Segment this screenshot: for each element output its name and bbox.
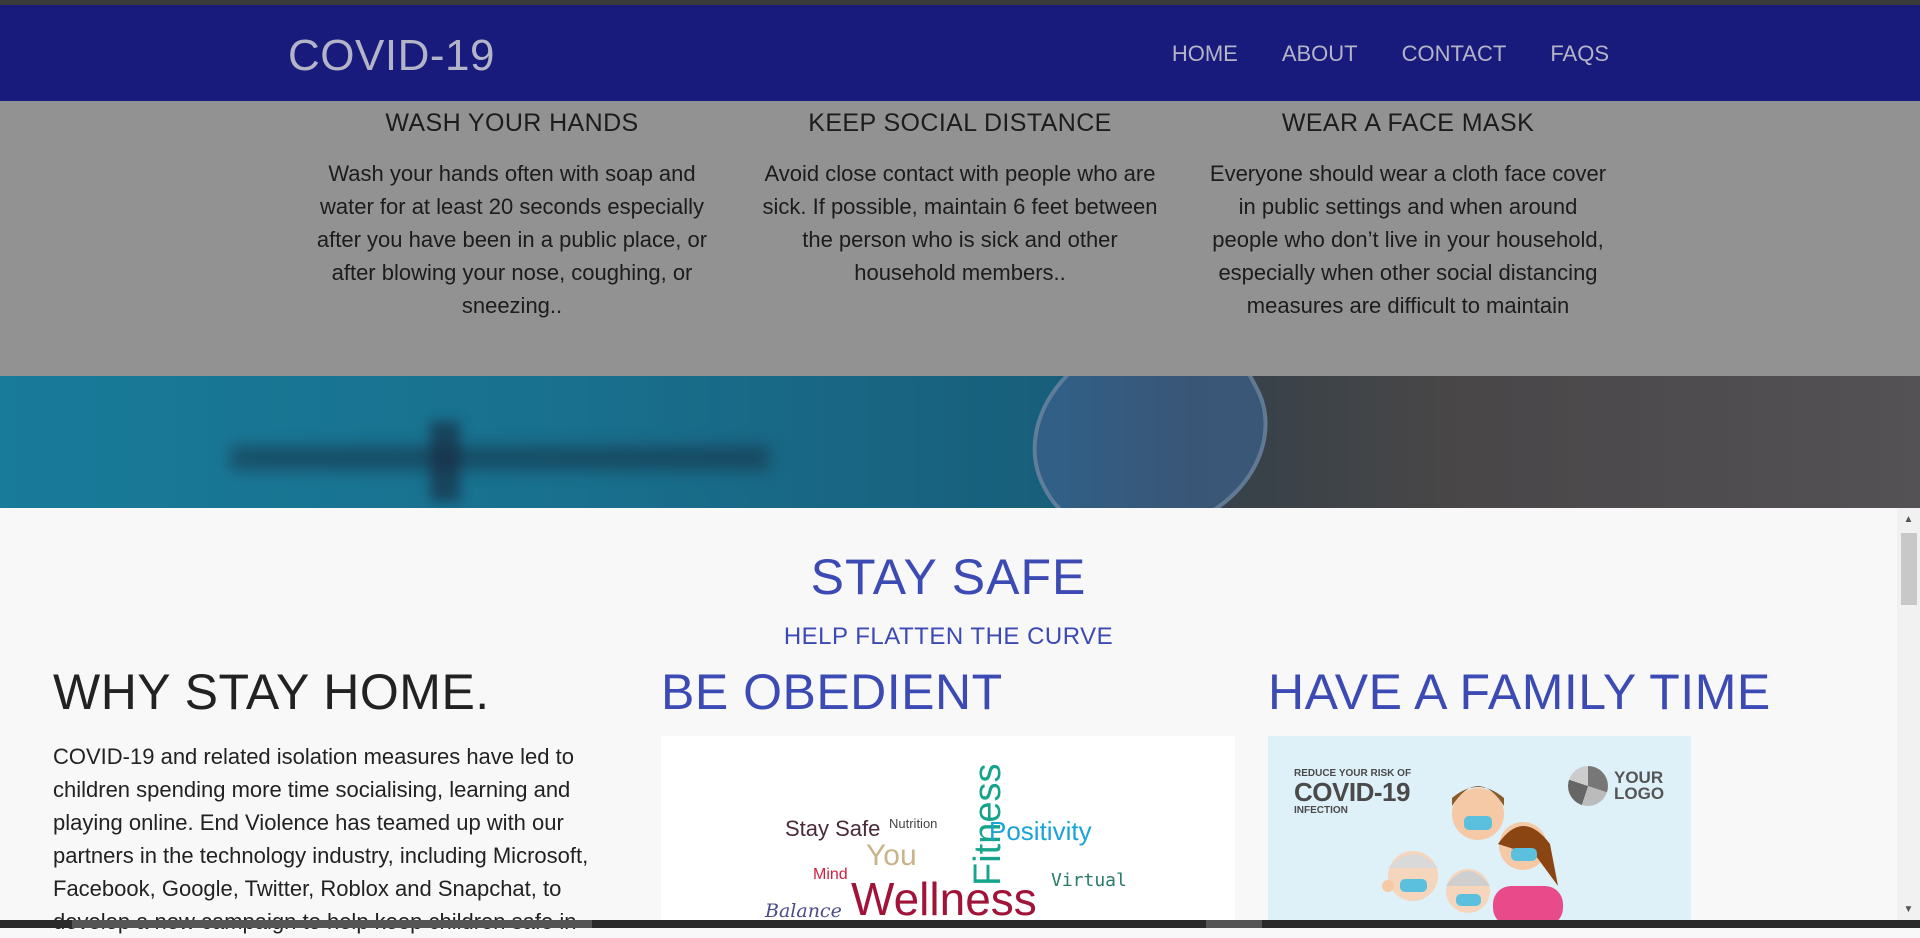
scroll-up-arrow-icon[interactable]: ▲ <box>1897 511 1920 529</box>
main-content: STAY SAFE HELP FLATTEN THE CURVE WHY STA… <box>0 508 1897 934</box>
family-time-heading: HAVE A FAMILY TIME <box>1268 664 1771 720</box>
tip-title: WASH YOUR HANDS <box>385 109 639 137</box>
prevention-tips-section: WASH YOUR HANDS Wash your hands often wi… <box>0 101 1920 376</box>
stay-safe-subtitle: HELP FLATTEN THE CURVE <box>783 623 1114 650</box>
wellness-word-cloud-image: Stay Safe Nutrition Fitness Positivity Y… <box>661 736 1235 926</box>
main-nav: HOME ABOUT CONTACT FAQS <box>1172 41 1609 67</box>
navbar: COVID-19 HOME ABOUT CONTACT FAQS <box>0 5 1920 101</box>
tip-text: Wash your hands often with soap and wate… <box>316 161 708 318</box>
scroll-down-arrow-icon[interactable]: ▼ <box>1897 901 1920 919</box>
page-scrollbar[interactable]: ▲ ▼ <box>1897 508 1920 920</box>
nav-item-faqs[interactable]: FAQS <box>1550 41 1609 67</box>
stay-safe-title: STAY SAFE <box>810 549 1087 605</box>
nav-item-home[interactable]: HOME <box>1172 41 1238 67</box>
tip-social-distance: KEEP SOCIAL DISTANCE Avoid close contact… <box>755 109 1165 289</box>
tip-text: Avoid close contact with people who are … <box>762 161 1158 285</box>
tip-title: KEEP SOCIAL DISTANCE <box>808 109 1112 137</box>
be-obedient-heading: BE OBEDIENT <box>661 664 1003 720</box>
hero-banner-image <box>0 376 1920 508</box>
why-stay-home-text: COVID-19 and related isolation measures … <box>53 744 589 934</box>
tip-wash-hands: WASH YOUR HANDS Wash your hands often wi… <box>307 109 717 322</box>
brand-logo-text[interactable]: COVID-19 <box>288 31 495 81</box>
why-stay-home-heading: WHY STAY HOME. <box>53 664 490 720</box>
taskbar-strip <box>0 920 1920 928</box>
tip-text: Everyone should wear a cloth face cover … <box>1209 161 1607 318</box>
nav-item-about[interactable]: ABOUT <box>1282 41 1358 67</box>
tip-title: WEAR A FACE MASK <box>1281 109 1535 137</box>
tip-face-mask: WEAR A FACE MASK Everyone should wear a … <box>1203 109 1613 322</box>
taskbar-segment <box>72 920 592 928</box>
word-cloud-word: Mind <box>813 866 848 883</box>
family-illustration <box>1382 786 1563 926</box>
word-cloud-word: Balance <box>765 900 842 922</box>
scrollbar-thumb[interactable] <box>1901 533 1917 605</box>
word-cloud-word: You <box>866 839 917 872</box>
word-cloud-word: Virtual <box>1051 870 1127 891</box>
word-cloud-word: Nutrition <box>889 816 938 831</box>
nav-item-contact[interactable]: CONTACT <box>1402 41 1507 67</box>
family-poster-image: REDUCE YOUR RISK OF COVID-19 INFECTION Y… <box>1268 736 1691 926</box>
taskbar-segment <box>1206 920 1262 928</box>
word-cloud-word: Positivity <box>989 816 1092 846</box>
hero-dim-overlay <box>0 376 1920 508</box>
word-cloud-word: Wellness <box>851 873 1037 925</box>
